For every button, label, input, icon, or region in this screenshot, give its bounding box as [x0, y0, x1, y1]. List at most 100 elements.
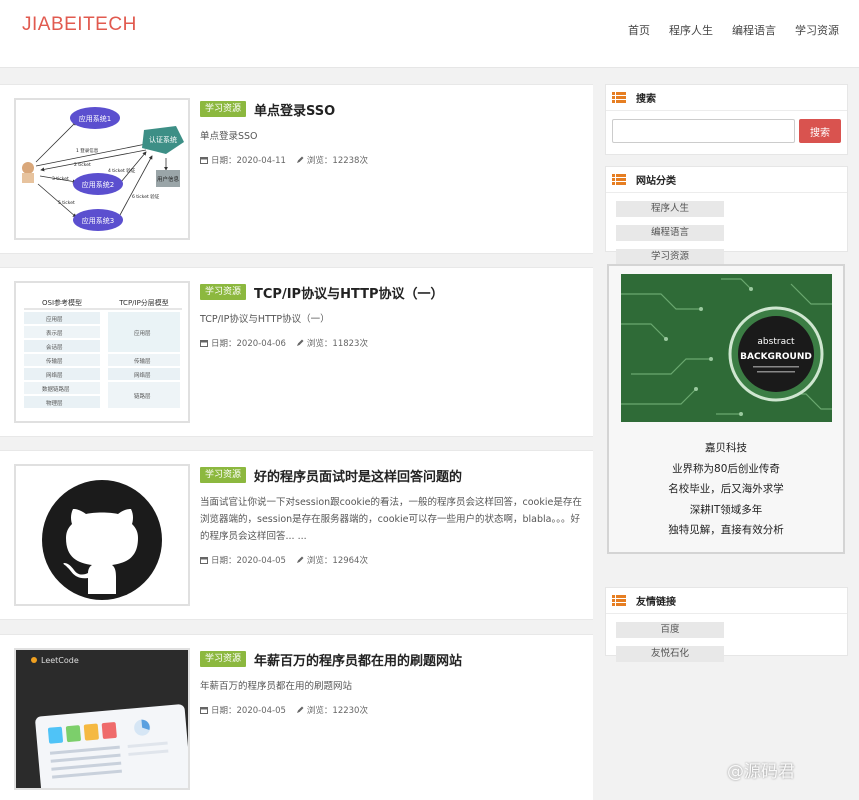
widget-header: 搜索	[606, 85, 847, 111]
svg-text:1 登录信息: 1 登录信息	[76, 147, 99, 154]
date-meta: 日期：2020-04-06	[200, 337, 286, 349]
svg-text:应用层: 应用层	[46, 315, 63, 323]
promo-text: 嘉贝科技 业界称为80后创业传奇 名校毕业，后又海外求学 深耕IT领域多年 独特…	[609, 438, 843, 541]
article-date: 日期：2020-04-06	[211, 339, 286, 349]
date-meta: 日期：2020-04-11	[200, 154, 286, 166]
svg-text:链路层: 链路层	[134, 392, 151, 400]
calendar-icon	[200, 707, 208, 714]
category-tag[interactable]: 学习资源	[200, 284, 247, 300]
svg-text:应用系统2: 应用系统2	[82, 180, 114, 189]
svg-text:应用系统3: 应用系统3	[82, 216, 114, 225]
svg-text:abstract: abstract	[757, 337, 795, 347]
svg-text:2 ticket: 2 ticket	[74, 162, 91, 168]
svg-text:物理层: 物理层	[46, 399, 63, 407]
svg-text:BACKGROUND: BACKGROUND	[740, 352, 812, 362]
article-thumbnail[interactable]	[14, 464, 190, 606]
category-widget: 网站分类 程序人生 编程语言 学习资源	[605, 166, 848, 265]
article-date: 日期：2020-04-05	[211, 706, 286, 716]
svg-text:传输层: 传输层	[134, 357, 151, 365]
calendar-icon	[200, 157, 208, 164]
svg-text:数据链路层: 数据链路层	[42, 385, 70, 393]
article-date: 日期：2020-04-05	[211, 556, 286, 566]
category-chip[interactable]: 学习资源	[616, 249, 724, 265]
promo-line: 独特见解，直接有效分析	[668, 524, 784, 536]
article-card: 学习资源 好的程序员面试时是这样回答问题的 当面试官让你说一下对session跟…	[0, 450, 593, 620]
article-title[interactable]: 单点登录SSO	[254, 100, 335, 119]
article-card: OSI参考模型 TCP/IP分层模型 应用层 表示层 会话层 传输层 网络层 数…	[0, 267, 593, 437]
svg-text:用户信息: 用户信息	[157, 175, 180, 183]
svg-text:会话层: 会话层	[46, 343, 63, 351]
pencil-icon	[296, 156, 304, 163]
site-logo[interactable]: JIABEITECH	[22, 14, 137, 36]
article-thumbnail[interactable]: 应用系统1 应用系统2 应用系统3 认证系统 用户信息 1 登录信息 2 tic…	[14, 98, 190, 240]
category-tag[interactable]: 学习资源	[200, 651, 247, 667]
promo-panel: abstract BACKGROUND 嘉贝科技 业界称为80后创业传奇 名校毕…	[607, 264, 845, 554]
article-info: 学习资源 单点登录SSO 单点登录SSO 日期：2020-04-11 浏览：12…	[200, 99, 583, 166]
calendar-icon	[200, 340, 208, 347]
article-title[interactable]: TCP/IP协议与HTTP协议（一）	[254, 283, 444, 302]
widget-title: 搜索	[636, 94, 656, 105]
promo-line: 名校毕业，后又海外求学	[668, 483, 784, 495]
category-chip[interactable]: 程序人生	[616, 201, 724, 217]
nav-home[interactable]: 首页	[628, 22, 650, 38]
sso-diagram: 应用系统1 应用系统2 应用系统3 认证系统 用户信息 1 登录信息 2 tic…	[22, 107, 184, 231]
promo-image[interactable]: abstract BACKGROUND	[621, 274, 832, 422]
svg-text:网络层: 网络层	[134, 371, 151, 379]
search-widget: 搜索 搜索	[605, 84, 848, 155]
main-nav: 首页 程序人生 编程语言 学习资源	[628, 22, 839, 38]
article-summary: TCP/IP协议与HTTP协议（一）	[200, 314, 330, 325]
list-icon	[612, 595, 626, 606]
nav-learning-resources[interactable]: 学习资源	[795, 22, 839, 38]
friend-links-widget: 友情链接 百度 友悦石化	[605, 587, 848, 662]
osi-tcp-diagram: OSI参考模型 TCP/IP分层模型 应用层 表示层 会话层 传输层 网络层 数…	[16, 283, 188, 421]
article-thumbnail[interactable]: OSI参考模型 TCP/IP分层模型 应用层 表示层 会话层 传输层 网络层 数…	[14, 281, 190, 423]
article-views: 浏览：12964次	[306, 556, 368, 566]
article-title[interactable]: 年薪百万的程序员都在用的刷题网站	[254, 650, 462, 669]
svg-text:TCP/IP分层模型: TCP/IP分层模型	[118, 298, 169, 307]
widget-title: 网站分类	[636, 176, 676, 187]
github-octocat-icon	[16, 466, 188, 604]
article-info: 学习资源 TCP/IP协议与HTTP协议（一） TCP/IP协议与HTTP协议（…	[200, 282, 583, 349]
svg-text:应用层: 应用层	[134, 329, 151, 337]
svg-text:网络层: 网络层	[46, 371, 63, 379]
article-views: 浏览：12230次	[306, 706, 368, 716]
site-header: JIABEITECH 首页 程序人生 编程语言 学习资源	[0, 0, 859, 68]
views-meta: 浏览：12230次	[296, 704, 368, 716]
article-meta: 日期：2020-04-05 浏览：12964次	[200, 554, 583, 566]
calendar-icon	[200, 557, 208, 564]
category-tag[interactable]: 学习资源	[200, 101, 247, 117]
article-summary: 年薪百万的程序员都在用的刷题网站	[200, 681, 353, 692]
friend-link[interactable]: 友悦石化	[616, 646, 724, 662]
nav-programming-language[interactable]: 编程语言	[732, 22, 776, 38]
svg-text:认证系统: 认证系统	[149, 135, 177, 144]
svg-text:5 ticket: 5 ticket	[58, 200, 75, 206]
promo-line: 业界称为80后创业传奇	[672, 462, 780, 475]
search-button[interactable]: 搜索	[799, 119, 841, 143]
promo-line: 深耕IT领域多年	[689, 503, 763, 516]
date-meta: 日期：2020-04-05	[200, 554, 286, 566]
article-info: 学习资源 年薪百万的程序员都在用的刷题网站 年薪百万的程序员都在用的刷题网站 日…	[200, 649, 583, 716]
article-card: 应用系统1 应用系统2 应用系统3 认证系统 用户信息 1 登录信息 2 tic…	[0, 84, 593, 254]
leetcode-screenshot: LeetCode	[16, 650, 188, 788]
article-meta: 日期：2020-04-11 浏览：12238次	[200, 154, 583, 166]
article-thumbnail[interactable]: LeetCode	[14, 648, 190, 790]
svg-text:6 ticket 验证: 6 ticket 验证	[132, 193, 160, 200]
svg-text:LeetCode: LeetCode	[41, 656, 79, 665]
article-info: 学习资源 好的程序员面试时是这样回答问题的 当面试官让你说一下对session跟…	[200, 465, 583, 566]
article-card: LeetCode 学习资源 年薪百万的程序员都在用的刷题网站 年薪百万的程序员都…	[0, 634, 593, 800]
list-icon	[612, 174, 626, 185]
article-meta: 日期：2020-04-06 浏览：11823次	[200, 337, 583, 349]
svg-text:4 ticket 验证: 4 ticket 验证	[108, 167, 136, 174]
views-meta: 浏览：11823次	[296, 337, 368, 349]
search-input[interactable]	[612, 119, 795, 143]
nav-programmer-life[interactable]: 程序人生	[669, 22, 713, 38]
svg-text:3 ticket: 3 ticket	[52, 176, 69, 182]
friend-link[interactable]: 百度	[616, 622, 724, 638]
watermark: @源码君	[727, 762, 795, 782]
article-views: 浏览：11823次	[306, 339, 368, 349]
widget-header: 网站分类	[606, 167, 847, 193]
article-title[interactable]: 好的程序员面试时是这样回答问题的	[254, 466, 462, 485]
category-chip[interactable]: 编程语言	[616, 225, 724, 241]
category-tag[interactable]: 学习资源	[200, 467, 247, 483]
date-meta: 日期：2020-04-05	[200, 704, 286, 716]
